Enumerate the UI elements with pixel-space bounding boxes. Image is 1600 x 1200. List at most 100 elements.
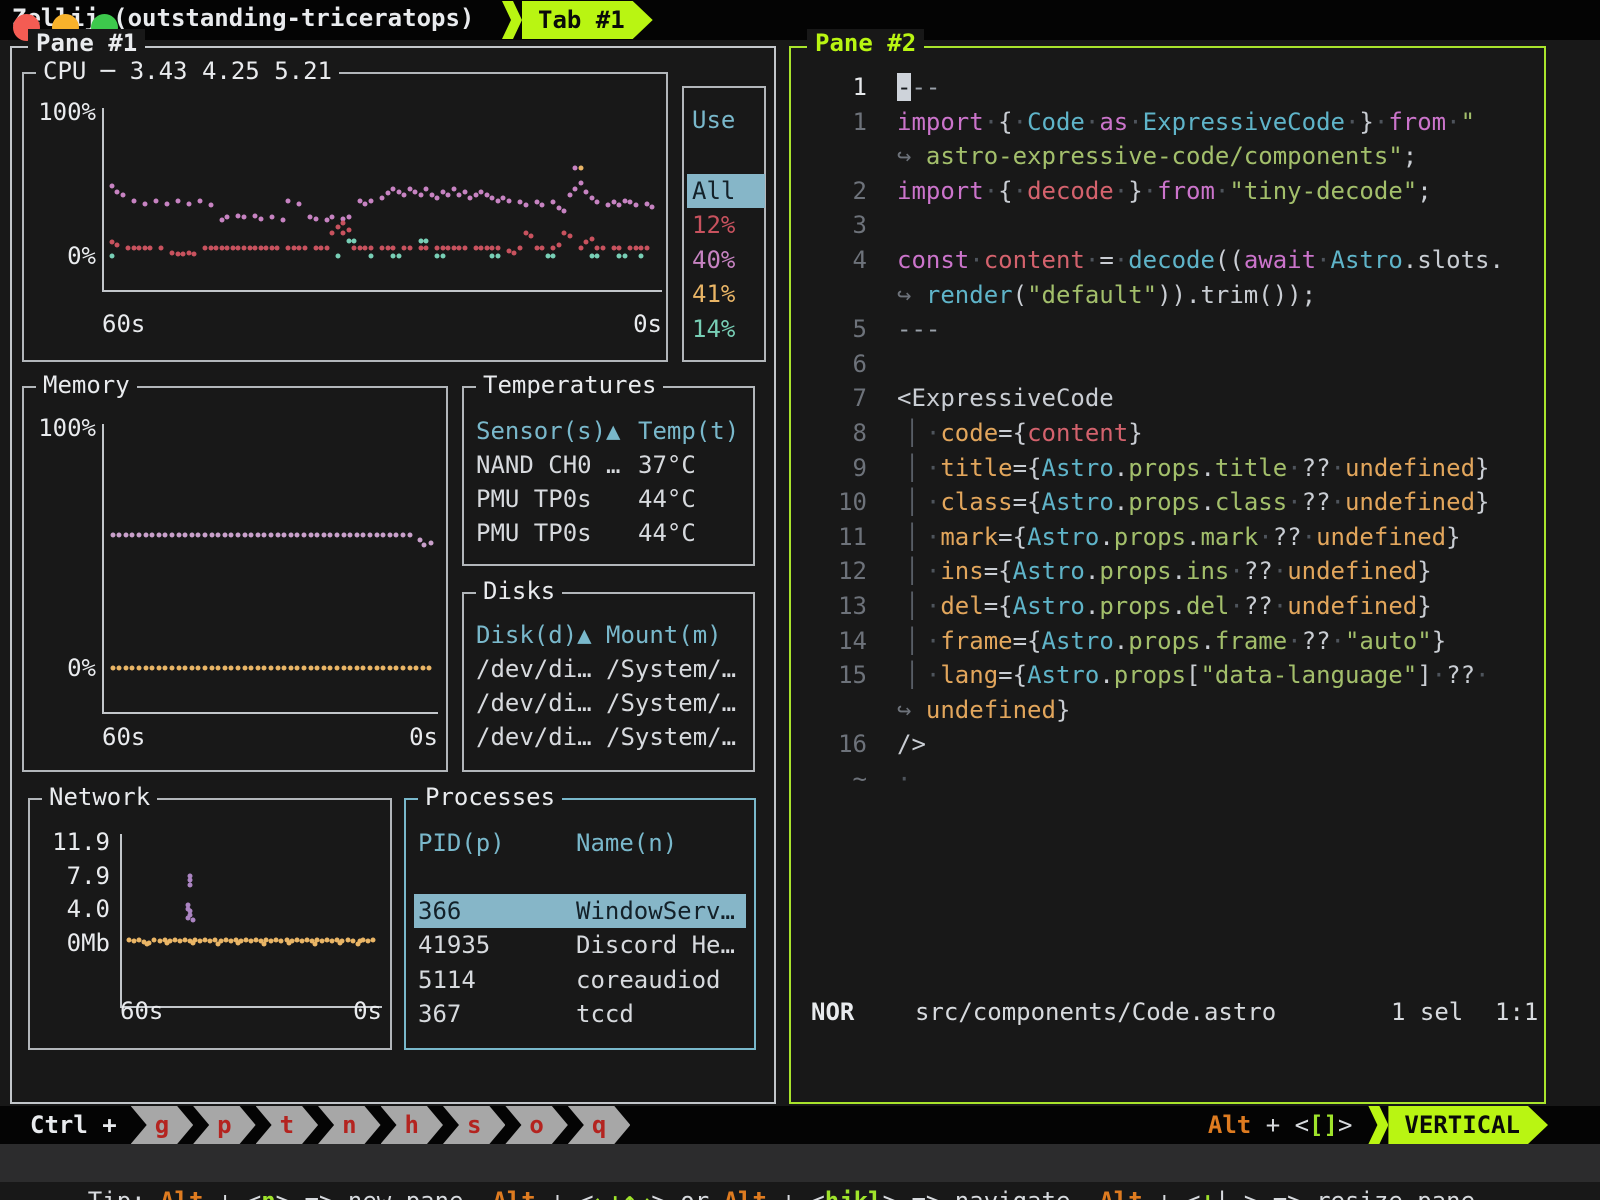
table-row[interactable]: /dev/di…/System/…	[472, 652, 745, 686]
chart-dot	[183, 665, 188, 670]
disks-disk-header[interactable]: Disk(d)▲	[476, 618, 592, 652]
chart-dot	[330, 231, 335, 236]
cpu-legend-entry-40%[interactable]: 40%	[687, 243, 765, 277]
code-line[interactable]: 10 ▏·class={Astro.props.class·??·undefin…	[791, 485, 1544, 520]
table-row[interactable]: 367tccd	[414, 997, 746, 1031]
code-line[interactable]: 4const·content·=·decode((await·Astro.slo…	[791, 243, 1544, 278]
chart-dot	[247, 246, 252, 251]
code-line[interactable]: ~·	[791, 762, 1544, 797]
temperatures-temp-header[interactable]: Temp(t)	[638, 414, 739, 448]
chart-dot	[368, 665, 373, 670]
chart-dot	[617, 253, 622, 258]
cpu-legend-entry-41%[interactable]: 41%	[687, 277, 765, 311]
chart-dot	[534, 200, 539, 205]
chart-dot	[357, 198, 362, 203]
chart-dot	[308, 665, 313, 670]
chart-dot	[414, 665, 419, 670]
table-row[interactable]: 41935Discord He…	[414, 928, 746, 962]
chart-dot	[363, 201, 368, 206]
code-line[interactable]: 11 ▏·mark={Astro.props.mark·??·undefined…	[791, 520, 1544, 555]
cpu-legend-entry-14%[interactable]: 14%	[687, 312, 765, 346]
chart-dot	[186, 250, 191, 255]
chart-dot	[551, 200, 556, 205]
code-line[interactable]: 16/>	[791, 727, 1544, 762]
chart-dot	[578, 166, 583, 171]
tab-chevron-icon	[502, 1, 522, 39]
chart-dot	[611, 246, 616, 251]
keybar-key-o: o	[505, 1106, 567, 1144]
chart-dot	[335, 533, 340, 538]
code-line[interactable]: 12 ▏·ins={Astro.props.ins·??·undefined}	[791, 554, 1544, 589]
chart-dot	[189, 665, 194, 670]
table-row[interactable]: 366WindowServ…	[414, 894, 746, 928]
code-line[interactable]: 5---	[791, 312, 1544, 347]
chart-dot	[413, 189, 418, 194]
code-line[interactable]: 13 ▏·del={Astro.props.del·??·undefined}	[791, 589, 1544, 624]
table-row[interactable]: /dev/di…/System/…	[472, 686, 745, 720]
chart-dot	[644, 246, 649, 251]
tab-1[interactable]: Tab #1	[522, 1, 653, 39]
code-line[interactable]: 2import·{·decode·}·from·"tiny-decode";	[791, 174, 1544, 209]
code-line[interactable]: ↪ undefined}	[791, 693, 1544, 728]
disks-widget-title: Disks	[476, 577, 562, 605]
chart-dot	[261, 942, 266, 947]
temperatures-sensor-header[interactable]: Sensor(s)▲	[476, 414, 621, 448]
cpu-x-left-label: 60s	[102, 310, 145, 338]
code-line[interactable]: 6	[791, 347, 1544, 382]
chart-dot	[249, 665, 254, 670]
code-line[interactable]: 3	[791, 208, 1544, 243]
processes-pid-header[interactable]: PID(p)	[418, 826, 505, 860]
code-line[interactable]: ↪ astro-expressive-code/components";	[791, 139, 1544, 174]
pane-2[interactable]: Pane #2 1---1import·{·Code·as·Expressive…	[789, 46, 1546, 1104]
chart-dot	[589, 237, 594, 242]
chart-dot	[109, 253, 114, 258]
cpu-legend-entry-All[interactable]: All	[687, 174, 765, 208]
table-row[interactable]: /dev/di…/System/…	[472, 720, 745, 754]
table-row[interactable]: PMU TP0s44°C	[472, 516, 745, 550]
pane-1[interactable]: Pane #1 CPU ─ 3.43 4.25 5.21 100% 0% 60s…	[10, 46, 776, 1104]
chart-dot	[484, 192, 489, 197]
code-line[interactable]: 14 ▏·frame={Astro.props.frame·??·"auto"}	[791, 624, 1544, 659]
code-line[interactable]: 7<ExpressiveCode	[791, 381, 1544, 416]
chart-dot	[269, 246, 274, 251]
chart-dot	[192, 252, 197, 257]
chart-dot	[600, 246, 605, 251]
chart-dot	[302, 533, 307, 538]
chart-dot	[255, 533, 260, 538]
chart-dot	[123, 665, 128, 670]
code-line[interactable]: ↪ render("default")).trim());	[791, 278, 1544, 313]
chart-dot	[186, 201, 191, 206]
chart-dot	[368, 198, 373, 203]
table-row[interactable]: PMU TP0s44°C	[472, 482, 745, 516]
code-line[interactable]: 8 ▏·code={content}	[791, 416, 1544, 451]
chart-dot	[639, 246, 644, 251]
chart-dot	[264, 246, 269, 251]
chart-dot	[407, 665, 412, 670]
chart-dot	[123, 533, 128, 538]
processes-widget: Processes PID(p) Name(n) 366WindowServ…4…	[404, 798, 756, 1050]
table-row[interactable]: NAND CH0 …37°C	[472, 448, 745, 482]
chart-dot	[188, 882, 193, 887]
network-y-label-3: 4.0	[38, 895, 110, 923]
processes-name-header[interactable]: Name(n)	[576, 826, 677, 860]
chart-dot	[506, 198, 511, 203]
chart-dot	[229, 665, 234, 670]
code-line[interactable]: 1import·{·Code·as·ExpressiveCode·}·from·…	[791, 105, 1544, 140]
chart-dot	[225, 246, 230, 251]
code-line[interactable]: 9 ▏·title={Astro.props.title·??·undefine…	[791, 451, 1544, 486]
chart-dot	[462, 246, 467, 251]
memory-y-max-label: 100%	[32, 414, 96, 442]
code-line[interactable]: 1---	[791, 70, 1544, 105]
chart-dot	[280, 218, 285, 223]
keybar-key-t: t	[256, 1106, 318, 1144]
cpu-legend-entry-12%[interactable]: 12%	[687, 208, 765, 242]
chart-dot	[518, 200, 523, 205]
layout-mode-badge: VERTICAL	[1388, 1106, 1548, 1144]
chart-dot	[556, 206, 561, 211]
code-line[interactable]: 15 ▏·lang={Astro.props["data-language"]·…	[791, 658, 1544, 693]
table-row[interactable]: 5114coreaudiod	[414, 963, 746, 997]
chart-dot	[473, 192, 478, 197]
chart-dot	[319, 246, 324, 251]
chart-dot	[203, 246, 208, 251]
disks-mount-header[interactable]: Mount(m)	[606, 618, 722, 652]
